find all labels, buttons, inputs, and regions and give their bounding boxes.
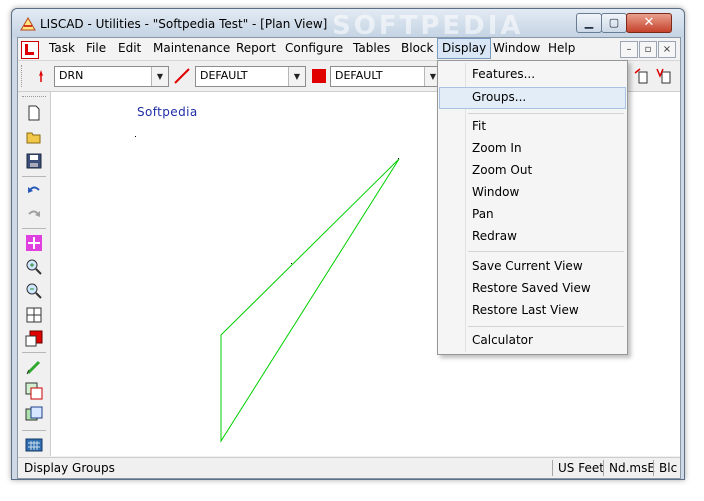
menu-window[interactable]: Window bbox=[489, 39, 544, 58]
status-message: Display Groups bbox=[24, 461, 115, 475]
menu-item-label: Window bbox=[472, 185, 520, 199]
menu-item-groups[interactable]: Groups... bbox=[439, 87, 626, 109]
liscad-logo-icon[interactable] bbox=[21, 41, 39, 59]
calculator-icon[interactable] bbox=[25, 436, 43, 454]
layer-pin-icon[interactable] bbox=[32, 67, 50, 85]
toolbar-separator bbox=[22, 430, 46, 431]
menu-item-features[interactable]: Features... bbox=[440, 64, 625, 86]
toolbar-separator bbox=[22, 176, 46, 177]
title-bar[interactable]: LISCAD - Utilities - "Softpedia Test" - … bbox=[12, 9, 684, 41]
menu-item-fit[interactable]: Fit bbox=[440, 116, 625, 138]
menu-item-label: Fit bbox=[472, 119, 487, 133]
maximize-icon: ▢ bbox=[608, 16, 620, 29]
display-menu: Features... Groups... Fit Zoom In Zoom O… bbox=[437, 60, 628, 355]
menu-item-label: Features... bbox=[472, 67, 536, 81]
group-icon[interactable] bbox=[25, 382, 43, 400]
menu-display[interactable]: Display bbox=[437, 38, 492, 59]
menu-bar: Task File Edit Maintenance Report Config… bbox=[18, 38, 680, 61]
toolbar-separator bbox=[22, 352, 46, 353]
save-disk-icon[interactable] bbox=[25, 152, 43, 170]
menu-item-zoom-in[interactable]: Zoom In bbox=[440, 138, 625, 160]
open-folder-icon[interactable] bbox=[25, 128, 43, 146]
menu-separator bbox=[468, 113, 624, 114]
zoom-window-icon[interactable] bbox=[25, 306, 43, 324]
status-separator bbox=[552, 460, 553, 476]
display-icon[interactable] bbox=[25, 406, 43, 424]
menu-help[interactable]: Help bbox=[544, 39, 579, 58]
green-polyline-shape bbox=[220, 158, 400, 443]
point-marker bbox=[291, 263, 292, 264]
minimize-icon: ▁ bbox=[584, 16, 594, 29]
menu-tables[interactable]: Tables bbox=[349, 39, 394, 58]
menu-item-zoom-out[interactable]: Zoom Out bbox=[440, 160, 625, 182]
menu-item-restore-saved-view[interactable]: Restore Saved View bbox=[440, 278, 625, 300]
chevron-down-icon: ▼ bbox=[151, 67, 168, 86]
status-separator bbox=[653, 460, 654, 476]
menu-item-calculator[interactable]: Calculator bbox=[440, 330, 625, 352]
menu-block[interactable]: Block bbox=[397, 39, 437, 58]
menu-item-pan[interactable]: Pan bbox=[440, 204, 625, 226]
mdi-close-button[interactable]: × bbox=[658, 41, 676, 58]
menu-file[interactable]: File bbox=[82, 39, 110, 58]
toolbar-grip[interactable] bbox=[21, 65, 25, 87]
menu-configure[interactable]: Configure bbox=[281, 39, 347, 58]
menu-item-restore-last-view[interactable]: Restore Last View bbox=[440, 300, 625, 322]
menu-item-label: Zoom Out bbox=[472, 163, 533, 177]
mdi-minimize-button[interactable]: – bbox=[620, 41, 638, 58]
menu-edit[interactable]: Edit bbox=[114, 39, 145, 58]
pen-edit-icon[interactable] bbox=[25, 358, 43, 376]
line-color-icon[interactable] bbox=[173, 67, 191, 85]
menu-item-label: Zoom In bbox=[472, 141, 522, 155]
close-icon: ✕ bbox=[643, 15, 655, 30]
color-select-value: DEFAULT bbox=[335, 69, 383, 82]
insert-text-icon[interactable] bbox=[655, 67, 673, 85]
left-toolbar bbox=[18, 92, 51, 456]
menu-separator bbox=[468, 251, 624, 252]
menu-item-label: Redraw bbox=[472, 229, 517, 243]
menu-report[interactable]: Report bbox=[232, 39, 280, 58]
window-title: LISCAD - Utilities - "Softpedia Test" - … bbox=[40, 17, 328, 31]
liscad-app-icon bbox=[20, 17, 36, 31]
status-bar: Display Groups US Feet Nd.msE Blc bbox=[18, 457, 680, 478]
status-separator bbox=[603, 460, 604, 476]
linetype-select-value: DEFAULT bbox=[200, 69, 248, 82]
menu-item-redraw[interactable]: Redraw bbox=[440, 226, 625, 248]
point-marker bbox=[135, 136, 136, 137]
menu-item-window[interactable]: Window bbox=[440, 182, 625, 204]
layer-fill-icon[interactable] bbox=[25, 330, 43, 348]
menu-maintenance[interactable]: Maintenance bbox=[149, 39, 234, 58]
status-mode: Nd.msE bbox=[609, 461, 655, 475]
menu-item-label: Restore Saved View bbox=[472, 281, 591, 295]
pan-icon[interactable] bbox=[25, 234, 43, 252]
zoom-out-icon[interactable] bbox=[25, 282, 43, 300]
insert-point-icon[interactable] bbox=[633, 67, 651, 85]
menu-item-label: Calculator bbox=[472, 333, 533, 347]
zoom-in-icon[interactable] bbox=[25, 258, 43, 276]
redo-icon[interactable] bbox=[25, 206, 43, 224]
menu-separator bbox=[468, 326, 624, 327]
menu-item-label: Pan bbox=[472, 207, 494, 221]
toolbar-separator bbox=[22, 228, 46, 229]
mdi-restore-button[interactable]: ▫ bbox=[639, 41, 657, 58]
toolbar-grip[interactable] bbox=[22, 96, 46, 98]
undo-icon[interactable] bbox=[25, 182, 43, 200]
fill-color-icon[interactable] bbox=[310, 67, 328, 85]
color-select[interactable]: DEFAULT ▼ bbox=[330, 66, 442, 87]
point-marker bbox=[398, 158, 399, 159]
menu-item-label: Groups... bbox=[472, 90, 527, 104]
status-units: US Feet bbox=[558, 461, 604, 475]
linetype-select[interactable]: DEFAULT ▼ bbox=[195, 66, 306, 87]
menu-task[interactable]: Task bbox=[45, 39, 79, 58]
close-button[interactable]: ✕ bbox=[626, 13, 672, 33]
status-block: Blc bbox=[659, 461, 678, 475]
menu-item-save-current-view[interactable]: Save Current View bbox=[440, 256, 625, 278]
new-file-icon[interactable] bbox=[25, 104, 43, 122]
maximize-button[interactable]: ▢ bbox=[601, 13, 627, 33]
menu-item-label: Save Current View bbox=[472, 259, 583, 273]
menu-item-label: Restore Last View bbox=[472, 303, 579, 317]
chevron-down-icon: ▼ bbox=[288, 67, 305, 86]
layer-select-value: DRN bbox=[59, 69, 84, 82]
layer-select[interactable]: DRN ▼ bbox=[54, 66, 169, 87]
minimize-button[interactable]: ▁ bbox=[576, 13, 602, 33]
